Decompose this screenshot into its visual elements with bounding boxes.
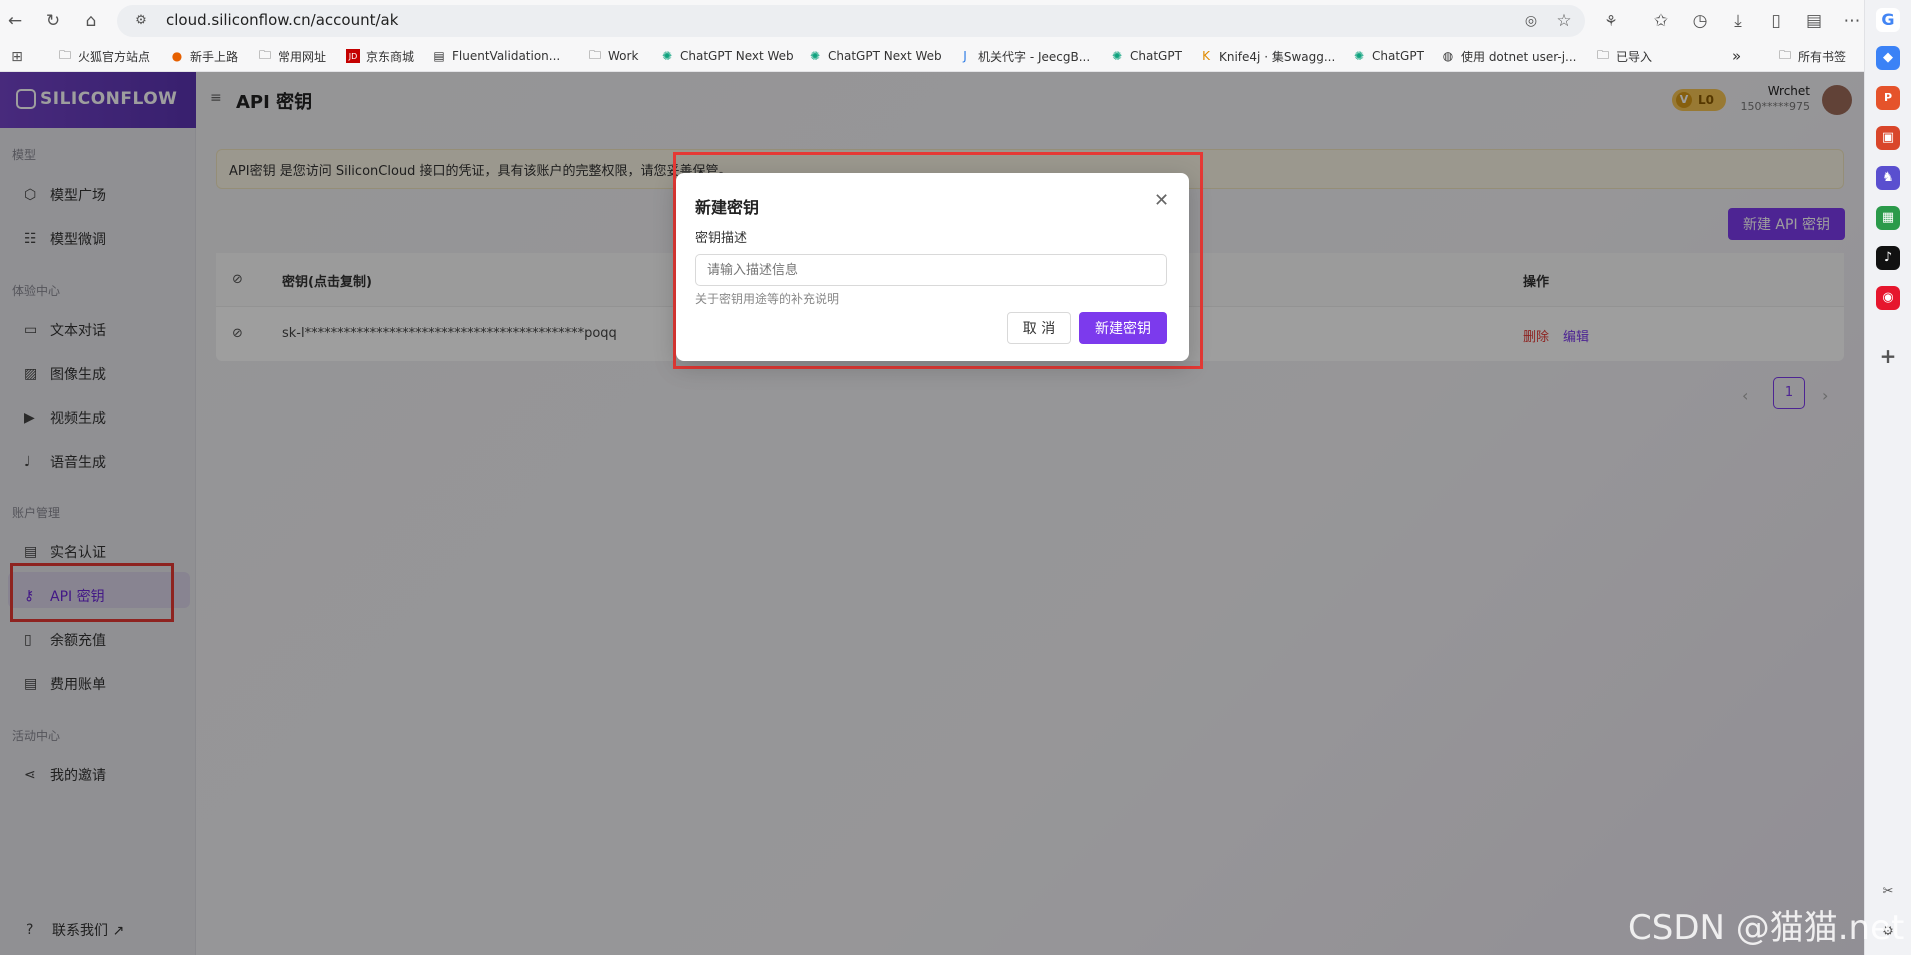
cancel-button[interactable]: 取 消: [1007, 312, 1071, 344]
split-view-icon[interactable]: ▯: [1765, 10, 1787, 32]
folder-icon: 🗀: [1778, 47, 1791, 62]
google-icon[interactable]: G: [1876, 8, 1900, 32]
reload-icon[interactable]: ↻: [42, 10, 64, 32]
office-icon[interactable]: P: [1876, 86, 1900, 110]
bookmark-item[interactable]: ✺ ChatGPT Next Web: [660, 45, 794, 67]
favorites-icon[interactable]: ✩: [1650, 10, 1672, 32]
confirm-new-key-button[interactable]: 新建密钥: [1079, 312, 1167, 344]
chess-icon[interactable]: ♞: [1876, 166, 1900, 190]
firefox-icon: ●: [171, 49, 183, 63]
jd-icon: JD: [346, 49, 360, 63]
bookmark-item[interactable]: J 机关代字 - JeecgB...: [958, 45, 1090, 67]
field-label: 密钥描述: [695, 231, 748, 246]
tiktok-icon[interactable]: ♪: [1876, 246, 1900, 270]
site-info-icon[interactable]: ⚙: [130, 10, 152, 32]
collections-icon[interactable]: ▤: [1803, 10, 1825, 32]
download-icon[interactable]: ⤓: [1727, 10, 1749, 32]
folder-icon: 🗀: [258, 47, 271, 62]
bookmark-item[interactable]: ◍ 使用 dotnet user-j...: [1441, 45, 1577, 67]
extensions-icon[interactable]: ⚘: [1600, 10, 1622, 32]
bookmark-item[interactable]: ● 新手上路: [170, 45, 238, 67]
bookmark-item[interactable]: 🗀 Work: [588, 45, 638, 67]
bookmark-item[interactable]: JD 京东商城: [346, 45, 414, 67]
history-icon[interactable]: ◷: [1689, 10, 1711, 32]
tag-icon[interactable]: ◆: [1876, 46, 1900, 70]
weibo-icon[interactable]: ◉: [1876, 286, 1900, 310]
knife4j-icon: K: [1202, 49, 1210, 63]
description-input[interactable]: [695, 254, 1167, 286]
bookmarks-overflow-button[interactable]: »: [1732, 45, 1741, 67]
folder-icon: 🗀: [58, 47, 71, 62]
toolbox-icon[interactable]: ▣: [1876, 126, 1900, 150]
home-icon[interactable]: ⌂: [80, 10, 102, 32]
openai-icon: ✺: [1111, 49, 1123, 63]
tracking-hidden-icon[interactable]: ◎: [1520, 10, 1542, 32]
folder-icon: 🗀: [1596, 47, 1609, 62]
bookmark-item[interactable]: K Knife4j · 集Swagg...: [1199, 45, 1335, 67]
bookmark-item[interactable]: 🗀 常用网址: [258, 45, 326, 67]
bookmark-item[interactable]: ✺ ChatGPT: [1352, 45, 1424, 67]
jeecg-icon: J: [963, 49, 967, 63]
close-icon[interactable]: ✕: [1154, 190, 1169, 211]
add-icon[interactable]: +: [1876, 344, 1900, 368]
more-menu-icon[interactable]: ⋯: [1841, 10, 1863, 32]
bookmark-item[interactable]: ▤ FluentValidation...: [432, 45, 560, 67]
openai-icon: ✺: [661, 49, 673, 63]
url-text[interactable]: cloud.siliconflow.cn/account/ak: [166, 11, 398, 29]
watermark: CSDN @猫猫.net: [1628, 908, 1905, 948]
bookmark-item[interactable]: ✺ ChatGPT: [1110, 45, 1182, 67]
bookmark-item[interactable]: 🗀 已导入: [1596, 45, 1652, 67]
all-bookmarks-button[interactable]: 🗀 所有书签: [1778, 45, 1846, 67]
folder-icon: 🗀: [588, 47, 601, 62]
apps-icon[interactable]: ▦: [1876, 206, 1900, 230]
globe-icon: ◍: [1442, 49, 1454, 63]
back-icon[interactable]: ←: [4, 10, 26, 32]
openai-icon: ✺: [1353, 49, 1365, 63]
openai-icon: ✺: [809, 49, 821, 63]
star-icon[interactable]: ☆: [1553, 10, 1575, 32]
bookmark-item[interactable]: 🗀 火狐官方站点: [58, 45, 150, 67]
bookmark-item[interactable]: ✺ ChatGPT Next Web: [808, 45, 942, 67]
page-icon: ▤: [433, 49, 445, 63]
field-hint: 关于密钥用途等的补充说明: [695, 292, 840, 306]
dialog-title: 新建密钥: [695, 198, 760, 217]
apps-grid-icon[interactable]: ⊞: [6, 46, 28, 68]
